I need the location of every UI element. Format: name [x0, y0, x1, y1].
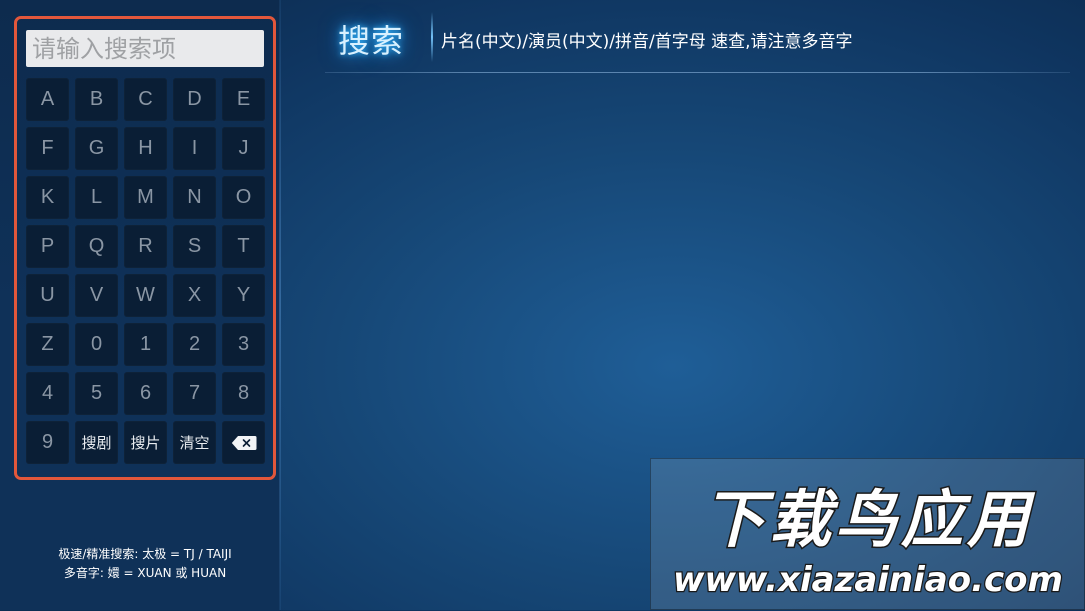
key-l[interactable]: L: [75, 176, 118, 219]
key-h[interactable]: H: [124, 127, 167, 170]
key-o[interactable]: O: [222, 176, 265, 219]
search-hint: 片名(中文)/演员(中文)/拼音/首字母 速查,请注意多音字: [441, 32, 853, 52]
key-x[interactable]: X: [173, 274, 216, 317]
key-n[interactable]: N: [173, 176, 216, 219]
key-3[interactable]: 3: [222, 323, 265, 366]
key-v[interactable]: V: [75, 274, 118, 317]
key-5[interactable]: 5: [75, 372, 118, 415]
key-s[interactable]: S: [173, 225, 216, 268]
search-tip-speed: 极速/精准搜索: 太极 = TJ / TAIJI: [58, 547, 232, 561]
key-d[interactable]: D: [173, 78, 216, 121]
key-2[interactable]: 2: [173, 323, 216, 366]
key-6[interactable]: 6: [124, 372, 167, 415]
watermark-url: www.xiazainiao.com: [673, 560, 1063, 600]
key-y[interactable]: Y: [222, 274, 265, 317]
key-4[interactable]: 4: [26, 372, 69, 415]
backspace-icon: [231, 435, 256, 450]
key-c[interactable]: C: [124, 78, 167, 121]
on-screen-keyboard: A B C D E F G H I J K L M N O P Q R S T …: [26, 78, 266, 464]
key-j[interactable]: J: [222, 127, 265, 170]
key-e[interactable]: E: [222, 78, 265, 121]
key-9[interactable]: 9: [26, 421, 69, 464]
key-a[interactable]: A: [26, 78, 69, 121]
key-g[interactable]: G: [75, 127, 118, 170]
watermark: 下载鸟应用 www.xiazainiao.com: [650, 458, 1085, 610]
key-p[interactable]: P: [26, 225, 69, 268]
key-i[interactable]: I: [173, 127, 216, 170]
key-m[interactable]: M: [124, 176, 167, 219]
key-q[interactable]: Q: [75, 225, 118, 268]
key-0[interactable]: 0: [75, 323, 118, 366]
search-drama-button[interactable]: 搜剧: [75, 421, 118, 464]
search-tip-polyphone: 多音字: 嬛 = XUAN 或 HUAN: [63, 566, 227, 580]
key-k[interactable]: K: [26, 176, 69, 219]
title-separator: [431, 12, 433, 62]
key-8[interactable]: 8: [222, 372, 265, 415]
key-b[interactable]: B: [75, 78, 118, 121]
page-title: 搜索: [338, 22, 405, 60]
panel-divider: [279, 0, 281, 610]
search-input[interactable]: [26, 30, 264, 67]
clear-button[interactable]: 清空: [173, 421, 216, 464]
backspace-button[interactable]: [222, 421, 265, 464]
key-w[interactable]: W: [124, 274, 167, 317]
search-movie-button[interactable]: 搜片: [124, 421, 167, 464]
key-t[interactable]: T: [222, 225, 265, 268]
key-7[interactable]: 7: [173, 372, 216, 415]
key-1[interactable]: 1: [124, 323, 167, 366]
key-u[interactable]: U: [26, 274, 69, 317]
watermark-brand: 下载鸟应用: [703, 483, 1036, 556]
key-f[interactable]: F: [26, 127, 69, 170]
key-z[interactable]: Z: [26, 323, 69, 366]
header-divider: [325, 72, 1070, 73]
key-r[interactable]: R: [124, 225, 167, 268]
